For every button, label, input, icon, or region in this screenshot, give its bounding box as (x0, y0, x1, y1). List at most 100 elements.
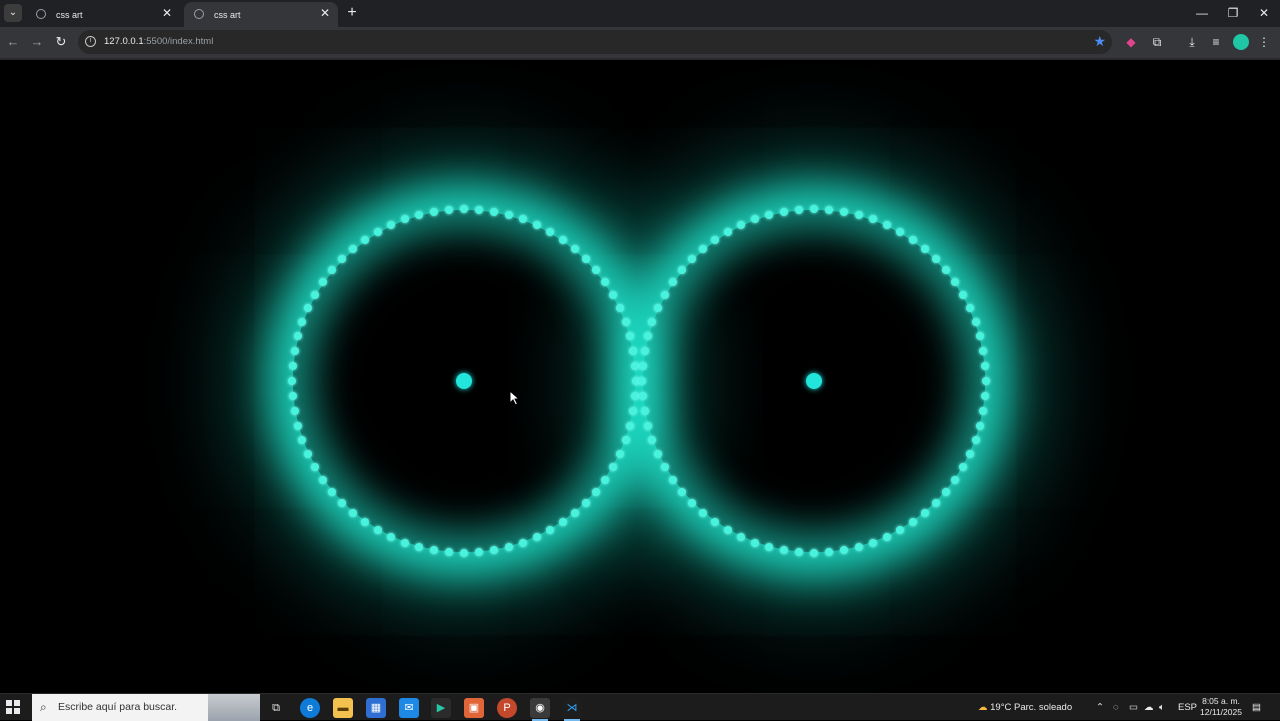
reload-button[interactable]: ↻ (52, 33, 70, 51)
left-ring-dot (445, 548, 453, 557)
new-tab-button[interactable]: + (344, 5, 360, 21)
taskbar-search-box[interactable]: ⌕ Escribe aquí para buscar. (32, 694, 260, 721)
right-ring-dot (737, 532, 746, 541)
file-explorer-icon[interactable]: ▬ (333, 698, 353, 718)
left-ring-dot (629, 406, 638, 415)
left-ring-dot (401, 538, 410, 547)
minimize-button[interactable]: — (1187, 4, 1217, 22)
right-ring-dot (958, 291, 967, 299)
right-ring-dot (979, 347, 988, 356)
tab-active[interactable]: css art ✕ (184, 2, 338, 27)
clock-date: 12/11/2025 (1200, 707, 1242, 717)
left-ring-dot (293, 421, 302, 430)
start-button[interactable] (6, 700, 20, 714)
left-ring-dot (361, 517, 370, 526)
profile-avatar[interactable] (1233, 34, 1249, 50)
extensions-puzzle-icon[interactable]: ⧉ (1148, 33, 1166, 51)
tab-search-button[interactable]: ⌄ (4, 4, 22, 22)
left-ring-dot (288, 377, 296, 385)
right-ring-dot (640, 347, 649, 356)
left-ring-dot (430, 207, 439, 216)
tab-inactive[interactable]: css art ✕ (26, 2, 180, 27)
right-ring-dot (780, 546, 789, 555)
left-ring-dot (290, 406, 299, 415)
left-ring-dot (615, 304, 624, 313)
right-ring-dot (976, 332, 985, 341)
right-ring-dot (931, 255, 940, 264)
weather-icon: ☁ (978, 702, 988, 713)
left-ring-dot (311, 291, 320, 299)
chrome-icon[interactable]: ◉ (530, 698, 550, 718)
left-ring-dot (311, 463, 320, 471)
left-ring-dot (445, 205, 453, 214)
right-ring-dot (920, 508, 929, 517)
toolbar: ← → ↻ i 127.0.0.1:5500/index.html ★ ◆ ⧉ … (0, 27, 1280, 58)
terminal-app-icon[interactable]: ▶ (431, 698, 451, 718)
onedrive-icon[interactable]: ☁ (1144, 694, 1154, 721)
left-ring-dot (489, 546, 498, 555)
right-ring-dot (711, 517, 720, 526)
search-highlight-image (208, 694, 260, 721)
language-indicator[interactable]: ESP (1178, 694, 1197, 721)
right-ring-dot (643, 421, 652, 430)
right-ring-dot (824, 548, 833, 557)
right-ring-dot (981, 391, 990, 400)
store-icon[interactable]: ▦ (366, 698, 386, 718)
left-ring-dot (626, 332, 635, 341)
menu-kebab-icon[interactable]: ⋮ (1255, 33, 1273, 51)
right-center-dot (806, 373, 822, 389)
left-ring-dot (608, 291, 617, 299)
right-ring-dot (950, 278, 959, 287)
right-ring-dot (958, 463, 967, 471)
powerpoint-icon[interactable]: P (497, 698, 517, 718)
mail-icon[interactable]: ✉ (399, 698, 419, 718)
battery-icon[interactable]: ▭ (1129, 694, 1138, 721)
address-bar[interactable]: i 127.0.0.1:5500/index.html ★ (78, 30, 1112, 54)
left-ring-dot (591, 266, 600, 275)
right-ring-dot (950, 475, 959, 484)
left-ring-dot (546, 525, 554, 534)
left-ring-dot (338, 498, 347, 507)
right-ring-dot (882, 221, 891, 230)
restore-button[interactable]: ❐ (1218, 4, 1248, 22)
left-ring-dot (600, 278, 609, 287)
right-ring-dot (638, 362, 647, 370)
media-control-icon[interactable]: ≡ (1207, 33, 1225, 51)
left-ring-dot (581, 498, 590, 507)
right-ring-dot (976, 421, 985, 430)
edge-icon[interactable]: e (300, 698, 320, 718)
notifications-icon[interactable]: ▤ (1252, 694, 1261, 721)
search-icon: ⌕ (40, 700, 47, 714)
right-ring-dot (824, 205, 833, 214)
download-icon[interactable]: ⤓ (1183, 33, 1201, 51)
right-ring-dot (678, 487, 687, 496)
right-ring-dot (896, 228, 904, 237)
close-tab-icon[interactable]: ✕ (318, 6, 332, 20)
left-ring-dot (288, 391, 297, 400)
right-ring-dot (654, 449, 663, 458)
right-ring-dot (688, 498, 697, 507)
right-ring-dot (979, 406, 988, 415)
right-ring-dot (795, 205, 803, 214)
network-icon[interactable]: ◌ (1113, 694, 1119, 721)
app-icon[interactable]: ▣ (464, 698, 484, 718)
right-ring-dot (965, 449, 974, 458)
back-button[interactable]: ← (4, 33, 22, 51)
weather-widget[interactable]: ☁ 19°C Parc. soleado (978, 694, 1072, 721)
clock[interactable]: 8:05 a. m. 12/11/2025 (1198, 696, 1244, 718)
right-ring-dot (941, 487, 950, 496)
site-info-icon[interactable]: i (85, 36, 96, 47)
vscode-icon[interactable]: ⋊ (562, 698, 582, 718)
right-ring-dot (854, 543, 863, 552)
tray-chevron-icon[interactable]: ⌃ (1096, 694, 1104, 721)
forward-button[interactable]: → (28, 33, 46, 51)
close-tab-icon[interactable]: ✕ (160, 6, 174, 20)
close-window-button[interactable]: ✕ (1249, 4, 1279, 22)
left-ring-dot (474, 548, 483, 557)
extension-icon[interactable]: ◆ (1122, 33, 1140, 51)
task-view-icon[interactable]: ⧉ (266, 698, 286, 718)
volume-icon[interactable]: 🔈︎ (1159, 694, 1165, 721)
tab-strip: ⌄ css art ✕ css art ✕ + — ❐ ✕ (0, 0, 1280, 27)
right-ring-dot (854, 210, 863, 219)
bookmark-star-icon[interactable]: ★ (1093, 33, 1106, 50)
